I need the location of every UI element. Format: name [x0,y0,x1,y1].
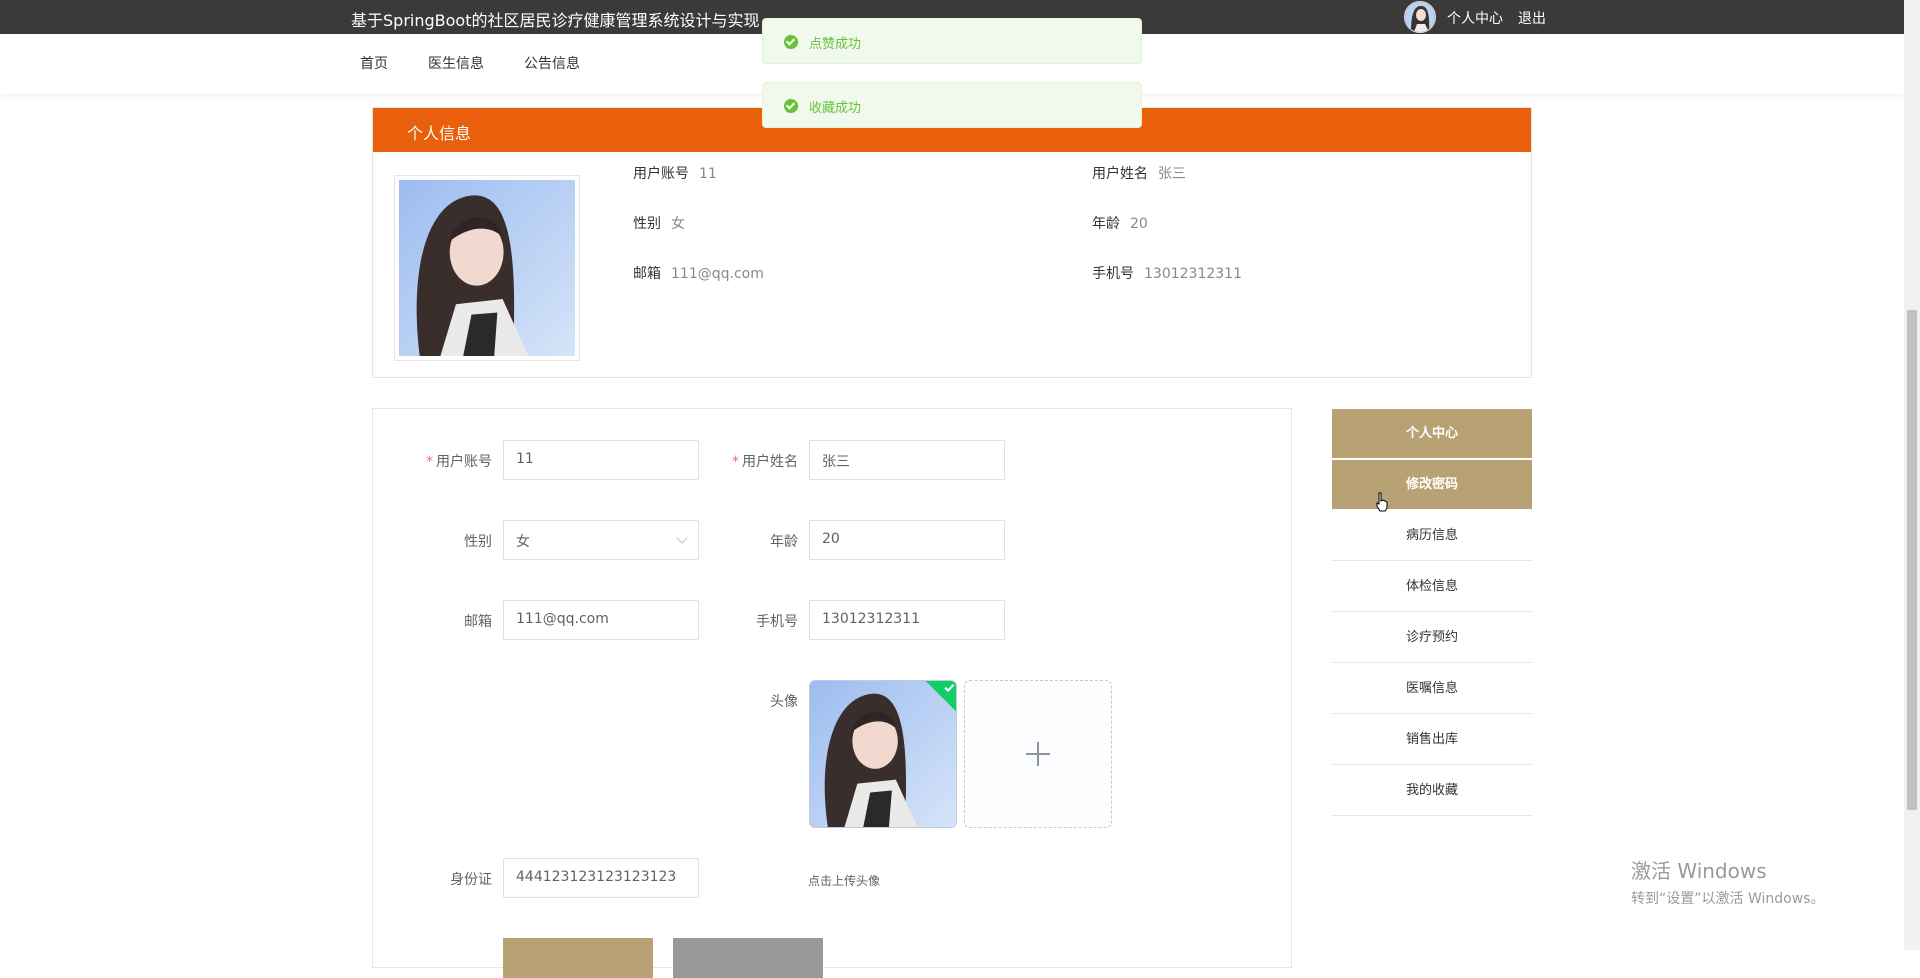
side-item-checkup[interactable]: 体检信息 [1332,562,1532,612]
side-item-user-center[interactable]: 个人中心 [1332,409,1532,459]
portrait-image [399,180,575,356]
side-item-sales-outbound[interactable]: 销售出库 [1332,715,1532,765]
upload-avatar-button[interactable] [964,680,1112,828]
account-label: * 用户账号 [426,454,492,470]
user-center-link[interactable]: 个人中心 [1447,8,1503,28]
side-item-doctor-orders[interactable]: 医嘱信息 [1332,664,1532,714]
nav-home[interactable]: 首页 [360,53,388,73]
phone-input[interactable]: 13012312311 [809,600,1005,640]
account-input[interactable]: 11 [503,440,699,480]
info-email: 邮箱 111@qq.com [633,266,764,282]
toast-message: 收藏成功 [809,101,862,116]
user-avatar[interactable] [1404,1,1436,33]
save-button[interactable] [503,938,653,978]
success-icon [784,35,798,49]
hand-cursor-icon [1376,492,1388,512]
idcard-label: 身份证 [450,872,492,888]
nav-notices[interactable]: 公告信息 [524,53,580,73]
side-item-medical-records[interactable]: 病历信息 [1332,511,1532,561]
windows-activation-watermark: 激活 Windows 转到“设置”以激活 Windows。 [1631,859,1825,907]
email-input[interactable]: 111@qq.com [503,600,699,640]
uploaded-avatar[interactable] [809,680,957,828]
scrollbar-thumb[interactable] [1907,310,1917,810]
side-item-appointment[interactable]: 诊疗预约 [1332,613,1532,663]
avatar-label: 头像 [770,694,798,710]
gender-label: 性别 [464,534,492,550]
toast-like-success: 点赞成功 [762,18,1142,64]
site-title: 基于SpringBoot的社区居民诊疗健康管理系统设计与实现 [351,11,760,30]
name-input[interactable]: 张三 [809,440,1005,480]
info-phone: 手机号 13012312311 [1092,266,1242,282]
toast-favorite-success: 收藏成功 [762,82,1142,128]
profile-info-panel: 个人信息 用户账号 11 用户姓名 张三 性别女 年龄 20 邮箱 111@qq.com [372,107,1532,378]
info-account: 用户账号 11 [633,166,717,182]
success-icon [784,99,798,113]
reset-button[interactable] [673,938,823,978]
upload-hint: 点击上传头像 [808,874,881,888]
idcard-input[interactable]: 444123123123123123 [503,858,699,898]
side-item-change-password[interactable]: 修改密码 [1332,460,1532,510]
avatar-photo [1405,2,1435,32]
profile-photo [394,175,580,361]
age-label: 年龄 [770,534,798,550]
gender-select[interactable]: 女 [503,520,699,560]
side-item-favorites[interactable]: 我的收藏 [1332,766,1532,816]
info-age: 年龄 20 [1092,216,1148,232]
toast-message: 点赞成功 [809,37,862,52]
chevron-down-icon [676,532,688,544]
phone-label: 手机号 [756,614,798,630]
info-gender: 性别女 [633,216,685,232]
nav-doctors[interactable]: 医生信息 [428,53,484,73]
uploaded-avatar-image [810,681,956,827]
name-label: * 用户姓名 [732,454,798,470]
logout-link[interactable]: 退出 [1518,8,1546,28]
section-title: 个人信息 [407,124,472,143]
email-label: 邮箱 [464,614,492,630]
age-input[interactable]: 20 [809,520,1005,560]
info-name: 用户姓名 张三 [1092,166,1186,182]
page-scrollbar[interactable] [1904,0,1920,950]
